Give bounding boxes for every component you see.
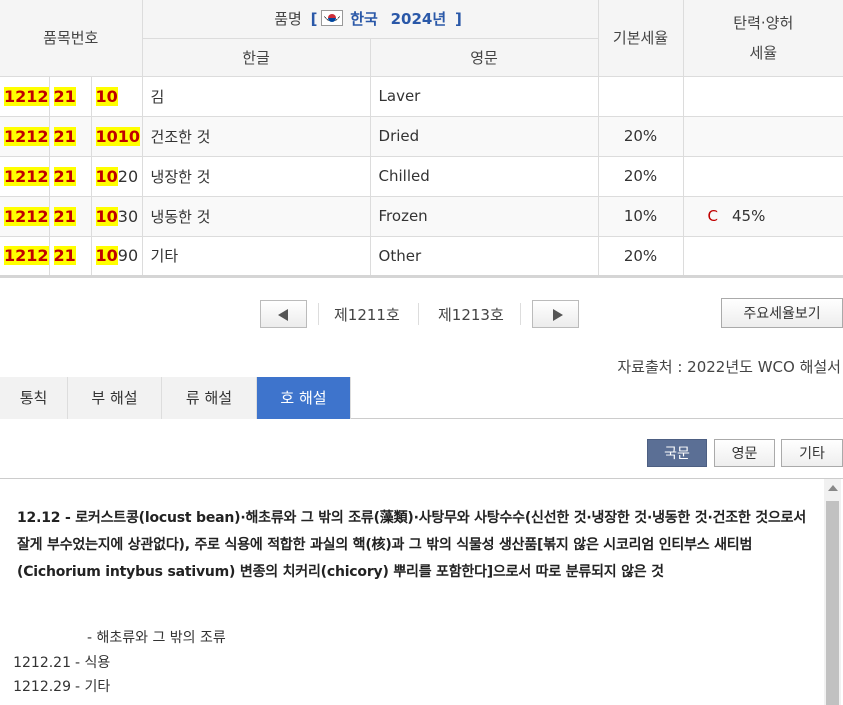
bracket-close: ]: [454, 10, 462, 29]
scroll-up-arrow-icon[interactable]: [828, 485, 838, 491]
basic-rate-cell: 10%: [597, 195, 684, 237]
tab-general-rules[interactable]: 통칙: [0, 377, 68, 419]
flex-rate-cell: [682, 155, 843, 197]
bracket-open: [: [310, 10, 318, 29]
table-row: 1212 21 10 김 Laver: [0, 75, 843, 117]
list-item: - 해초류와 그 밖의 조류: [87, 630, 226, 646]
flex-rate-header-line2: 세율: [749, 43, 778, 62]
basic-rate-cell: 20%: [597, 155, 684, 197]
korean-language-button[interactable]: 국문: [647, 439, 707, 467]
code-national: 1090: [90, 235, 143, 278]
english-name-header: 영문: [369, 38, 599, 77]
subheading-list: - 해초류와 그 밖의 조류 1212.21- 식용 1212.29- 기타: [13, 626, 807, 700]
code-heading: 1212: [0, 235, 50, 278]
scroll-thumb[interactable]: [826, 501, 839, 705]
flex-rate-cell: [682, 115, 843, 157]
triangle-right-icon: [553, 309, 563, 321]
flex-rate-cell: [682, 75, 843, 117]
prev-heading-link[interactable]: 제1211호: [334, 304, 400, 325]
flex-rate-header: 탄력·양허 세율: [682, 0, 843, 77]
code-national: 1020: [90, 155, 143, 197]
code-national: 1010: [90, 115, 143, 157]
korean-name-cell: 김: [141, 75, 371, 117]
code-heading: 1212: [0, 115, 50, 157]
data-source: 자료출처 : 2022년도 WCO 해설서: [617, 358, 841, 376]
commentary-scrollbar[interactable]: [824, 479, 841, 705]
english-language-button[interactable]: 영문: [714, 439, 775, 467]
korean-name-cell: 건조한 것: [141, 115, 371, 157]
table-row: 1212 21 1010 건조한 것 Dried 20%: [0, 115, 843, 157]
code-subheading: 21: [48, 115, 92, 157]
tab-section-notes[interactable]: 부 해설: [68, 377, 162, 419]
list-item: 1212.21- 식용: [13, 654, 111, 671]
korea-flag-icon: [321, 10, 344, 27]
commentary-tabs: 통칙 부 해설 류 해설 호 해설: [0, 377, 843, 419]
code-subheading: 21: [48, 195, 92, 237]
commentary-panel: 12.12 - 로커스트콩(locust bean)·해초류와 그 밖의 조류(…: [0, 478, 843, 705]
code-national: 10: [90, 75, 143, 117]
basic-rate-cell: 20%: [597, 115, 684, 157]
code-subheading: 21: [48, 155, 92, 197]
korean-name-cell: 기타: [141, 235, 371, 278]
major-rates-button[interactable]: 주요세율보기: [721, 298, 843, 328]
basic-rate-cell: [597, 75, 684, 117]
basic-rate-header: 기본세율: [597, 0, 684, 77]
triangle-left-icon: [278, 309, 288, 321]
korean-name-header: 한글: [142, 38, 371, 77]
flex-rate-cell: [682, 235, 843, 278]
hsn-header: 품목번호: [0, 0, 143, 77]
code-heading: 1212: [0, 155, 50, 197]
heading-description: 12.12 - 로커스트콩(locust bean)·해초류와 그 밖의 조류(…: [17, 510, 807, 580]
flex-rate-cell: C 45%: [682, 195, 843, 237]
year-label: 2024년: [390, 10, 447, 29]
country-label: 한국: [350, 10, 378, 29]
english-name-cell: Chilled: [369, 155, 599, 197]
korean-name-cell: 냉동한 것: [141, 195, 371, 237]
korean-name-cell: 냉장한 것: [141, 155, 371, 197]
code-subheading: 21: [48, 75, 92, 117]
tariff-table: 품목번호 품명 [ 한국 2024년 ] 기본세율 탄력·양허 세율 한글 영문…: [0, 0, 843, 278]
flex-rate-header-line1: 탄력·양허: [733, 13, 794, 32]
code-heading: 1212: [0, 75, 50, 117]
table-row: 1212 21 1090 기타 Other 20%: [0, 235, 843, 278]
next-heading-button[interactable]: [532, 300, 579, 328]
item-name-header: 품명 [ 한국 2024년 ]: [141, 0, 599, 39]
code-subheading: 21: [48, 235, 92, 278]
basic-rate-cell: 20%: [597, 235, 684, 278]
english-name-cell: Dried: [369, 115, 599, 157]
item-name-label: 품명: [274, 10, 302, 29]
list-item: 1212.29- 기타: [13, 679, 111, 695]
tab-heading-notes[interactable]: 호 해설: [257, 377, 351, 419]
english-name-cell: Frozen: [369, 195, 599, 237]
prev-heading-button[interactable]: [260, 300, 307, 328]
table-row: 1212 21 1030 냉동한 것 Frozen 10% C 45%: [0, 195, 843, 237]
english-name-cell: Laver: [369, 75, 599, 117]
code-national: 1030: [90, 195, 143, 237]
code-heading: 1212: [0, 195, 50, 237]
tab-chapter-notes[interactable]: 류 해설: [162, 377, 257, 419]
english-name-cell: Other: [369, 235, 599, 278]
commentary-text: 12.12 - 로커스트콩(locust bean)·해초류와 그 밖의 조류(…: [13, 505, 807, 700]
next-heading-link[interactable]: 제1213호: [438, 304, 504, 325]
heading-pager: 제1211호 제1213호 주요세율보기: [0, 298, 843, 330]
table-row: 1212 21 1020 냉장한 것 Chilled 20%: [0, 155, 843, 197]
other-language-button[interactable]: 기타: [781, 439, 843, 467]
